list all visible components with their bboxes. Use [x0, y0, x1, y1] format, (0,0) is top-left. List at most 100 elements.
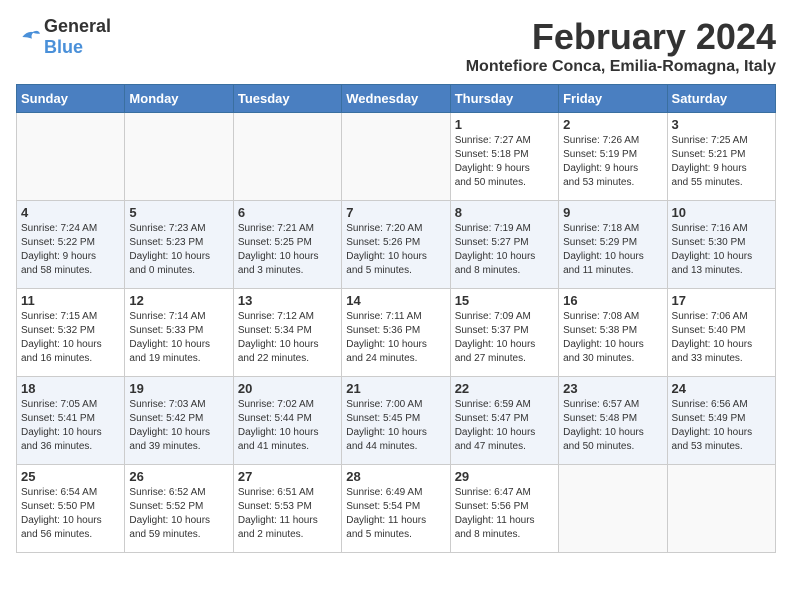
calendar-cell: [125, 113, 233, 201]
cell-daylight-info: Sunrise: 6:51 AM Sunset: 5:53 PM Dayligh…: [238, 486, 337, 542]
calendar-cell: 11 Sunrise: 7:15 AM Sunset: 5:32 PM Dayli…: [17, 289, 125, 377]
cell-daylight-info: Sunrise: 7:15 AM Sunset: 5:32 PM Dayligh…: [21, 310, 120, 366]
calendar-cell: 5 Sunrise: 7:23 AM Sunset: 5:23 PM Daylig…: [125, 201, 233, 289]
logo-bird-icon: [16, 27, 40, 47]
date-number: 20: [238, 381, 337, 396]
calendar-cell: 29Sunrise: 6:47 AM Sunset: 5:56 PM Dayli…: [450, 465, 558, 553]
location-subtitle: Montefiore Conca, Emilia-Romagna, Italy: [466, 58, 776, 76]
calendar-cell: 1Sunrise: 7:27 AM Sunset: 5:18 PM Daylig…: [450, 113, 558, 201]
date-number: 11: [21, 293, 120, 308]
calendar-cell: [233, 113, 341, 201]
date-number: 19: [129, 381, 228, 396]
cell-daylight-info: Sunrise: 7:14 AM Sunset: 5:33 PM Dayligh…: [129, 310, 228, 366]
cell-daylight-info: Sunrise: 6:59 AM Sunset: 5:47 PM Dayligh…: [455, 398, 554, 454]
calendar-cell: 20 Sunrise: 7:02 AM Sunset: 5:44 PM Dayli…: [233, 377, 341, 465]
date-number: 23: [563, 381, 662, 396]
header: General Blue February 2024 Montefiore Co…: [16, 16, 776, 76]
calendar-cell: 27 Sunrise: 6:51 AM Sunset: 5:53 PM Dayli…: [233, 465, 341, 553]
cell-daylight-info: Sunrise: 7:24 AM Sunset: 5:22 PM Dayligh…: [21, 222, 120, 278]
cell-daylight-info: Sunrise: 7:05 AM Sunset: 5:41 PM Dayligh…: [21, 398, 120, 454]
date-number: 24: [672, 381, 771, 396]
cell-daylight-info: Sunrise: 7:18 AM Sunset: 5:29 PM Dayligh…: [563, 222, 662, 278]
day-header-sunday: Sunday: [17, 85, 125, 113]
cell-daylight-info: Sunrise: 6:56 AM Sunset: 5:49 PM Dayligh…: [672, 398, 771, 454]
cell-daylight-info: Sunrise: 7:03 AM Sunset: 5:42 PM Dayligh…: [129, 398, 228, 454]
cell-daylight-info: Sunrise: 7:08 AM Sunset: 5:38 PM Dayligh…: [563, 310, 662, 366]
day-header-saturday: Saturday: [667, 85, 775, 113]
date-number: 21: [346, 381, 445, 396]
date-number: 29: [455, 469, 554, 484]
calendar-cell: 15Sunrise: 7:09 AM Sunset: 5:37 PM Dayli…: [450, 289, 558, 377]
cell-daylight-info: Sunrise: 7:27 AM Sunset: 5:18 PM Dayligh…: [455, 134, 554, 190]
calendar-cell: 12 Sunrise: 7:14 AM Sunset: 5:33 PM Dayli…: [125, 289, 233, 377]
cell-daylight-info: Sunrise: 7:23 AM Sunset: 5:23 PM Dayligh…: [129, 222, 228, 278]
date-number: 25: [21, 469, 120, 484]
week-row-3: 11 Sunrise: 7:15 AM Sunset: 5:32 PM Dayli…: [17, 289, 776, 377]
week-row-5: 25Sunrise: 6:54 AM Sunset: 5:50 PM Dayli…: [17, 465, 776, 553]
day-header-wednesday: Wednesday: [342, 85, 450, 113]
calendar-cell: 9 Sunrise: 7:18 AM Sunset: 5:29 PM Daylig…: [559, 201, 667, 289]
calendar-cell: 16 Sunrise: 7:08 AM Sunset: 5:38 PM Dayli…: [559, 289, 667, 377]
cell-daylight-info: Sunrise: 7:25 AM Sunset: 5:21 PM Dayligh…: [672, 134, 771, 190]
calendar-table: SundayMondayTuesdayWednesdayThursdayFrid…: [16, 84, 776, 553]
calendar-cell: 6 Sunrise: 7:21 AM Sunset: 5:25 PM Daylig…: [233, 201, 341, 289]
calendar-cell: 26 Sunrise: 6:52 AM Sunset: 5:52 PM Dayli…: [125, 465, 233, 553]
calendar-cell: 2Sunrise: 7:26 AM Sunset: 5:19 PM Daylig…: [559, 113, 667, 201]
cell-daylight-info: Sunrise: 7:16 AM Sunset: 5:30 PM Dayligh…: [672, 222, 771, 278]
date-number: 8: [455, 205, 554, 220]
cell-daylight-info: Sunrise: 7:02 AM Sunset: 5:44 PM Dayligh…: [238, 398, 337, 454]
date-number: 10: [672, 205, 771, 220]
date-number: 26: [129, 469, 228, 484]
cell-daylight-info: Sunrise: 7:00 AM Sunset: 5:45 PM Dayligh…: [346, 398, 445, 454]
date-number: 4: [21, 205, 120, 220]
calendar-cell: 14 Sunrise: 7:11 AM Sunset: 5:36 PM Dayli…: [342, 289, 450, 377]
calendar-cell: 18Sunrise: 7:05 AM Sunset: 5:41 PM Dayli…: [17, 377, 125, 465]
calendar-cell: 28 Sunrise: 6:49 AM Sunset: 5:54 PM Dayli…: [342, 465, 450, 553]
calendar-cell: 4 Sunrise: 7:24 AM Sunset: 5:22 PM Daylig…: [17, 201, 125, 289]
title-area: February 2024 Montefiore Conca, Emilia-R…: [466, 16, 776, 76]
cell-daylight-info: Sunrise: 6:52 AM Sunset: 5:52 PM Dayligh…: [129, 486, 228, 542]
date-number: 22: [455, 381, 554, 396]
date-number: 3: [672, 117, 771, 132]
date-number: 13: [238, 293, 337, 308]
calendar-cell: 10 Sunrise: 7:16 AM Sunset: 5:30 PM Dayli…: [667, 201, 775, 289]
date-number: 17: [672, 293, 771, 308]
cell-daylight-info: Sunrise: 7:06 AM Sunset: 5:40 PM Dayligh…: [672, 310, 771, 366]
logo: General Blue: [16, 16, 111, 58]
date-number: 6: [238, 205, 337, 220]
cell-daylight-info: Sunrise: 7:26 AM Sunset: 5:19 PM Dayligh…: [563, 134, 662, 190]
date-number: 9: [563, 205, 662, 220]
logo-blue: Blue: [44, 37, 83, 57]
cell-daylight-info: Sunrise: 7:11 AM Sunset: 5:36 PM Dayligh…: [346, 310, 445, 366]
week-row-1: 1Sunrise: 7:27 AM Sunset: 5:18 PM Daylig…: [17, 113, 776, 201]
cell-daylight-info: Sunrise: 6:49 AM Sunset: 5:54 PM Dayligh…: [346, 486, 445, 542]
calendar-cell: 24 Sunrise: 6:56 AM Sunset: 5:49 PM Dayli…: [667, 377, 775, 465]
cell-daylight-info: Sunrise: 7:19 AM Sunset: 5:27 PM Dayligh…: [455, 222, 554, 278]
date-number: 28: [346, 469, 445, 484]
day-header-thursday: Thursday: [450, 85, 558, 113]
date-number: 7: [346, 205, 445, 220]
calendar-cell: 17 Sunrise: 7:06 AM Sunset: 5:40 PM Dayli…: [667, 289, 775, 377]
calendar-cell: 21 Sunrise: 7:00 AM Sunset: 5:45 PM Dayli…: [342, 377, 450, 465]
day-header-friday: Friday: [559, 85, 667, 113]
calendar-cell: 8 Sunrise: 7:19 AM Sunset: 5:27 PM Daylig…: [450, 201, 558, 289]
calendar-cell: 19 Sunrise: 7:03 AM Sunset: 5:42 PM Dayli…: [125, 377, 233, 465]
calendar-cell: [17, 113, 125, 201]
week-row-4: 18Sunrise: 7:05 AM Sunset: 5:41 PM Dayli…: [17, 377, 776, 465]
date-number: 16: [563, 293, 662, 308]
cell-daylight-info: Sunrise: 7:21 AM Sunset: 5:25 PM Dayligh…: [238, 222, 337, 278]
calendar-cell: 23 Sunrise: 6:57 AM Sunset: 5:48 PM Dayli…: [559, 377, 667, 465]
month-title: February 2024: [466, 16, 776, 58]
week-row-2: 4 Sunrise: 7:24 AM Sunset: 5:22 PM Daylig…: [17, 201, 776, 289]
cell-daylight-info: Sunrise: 6:57 AM Sunset: 5:48 PM Dayligh…: [563, 398, 662, 454]
calendar-cell: [667, 465, 775, 553]
date-number: 12: [129, 293, 228, 308]
calendar-cell: 13Sunrise: 7:12 AM Sunset: 5:34 PM Dayli…: [233, 289, 341, 377]
cell-daylight-info: Sunrise: 7:09 AM Sunset: 5:37 PM Dayligh…: [455, 310, 554, 366]
date-number: 27: [238, 469, 337, 484]
date-number: 14: [346, 293, 445, 308]
date-number: 5: [129, 205, 228, 220]
cell-daylight-info: Sunrise: 7:20 AM Sunset: 5:26 PM Dayligh…: [346, 222, 445, 278]
logo-text: General Blue: [44, 16, 111, 58]
calendar-cell: 3 Sunrise: 7:25 AM Sunset: 5:21 PM Daylig…: [667, 113, 775, 201]
